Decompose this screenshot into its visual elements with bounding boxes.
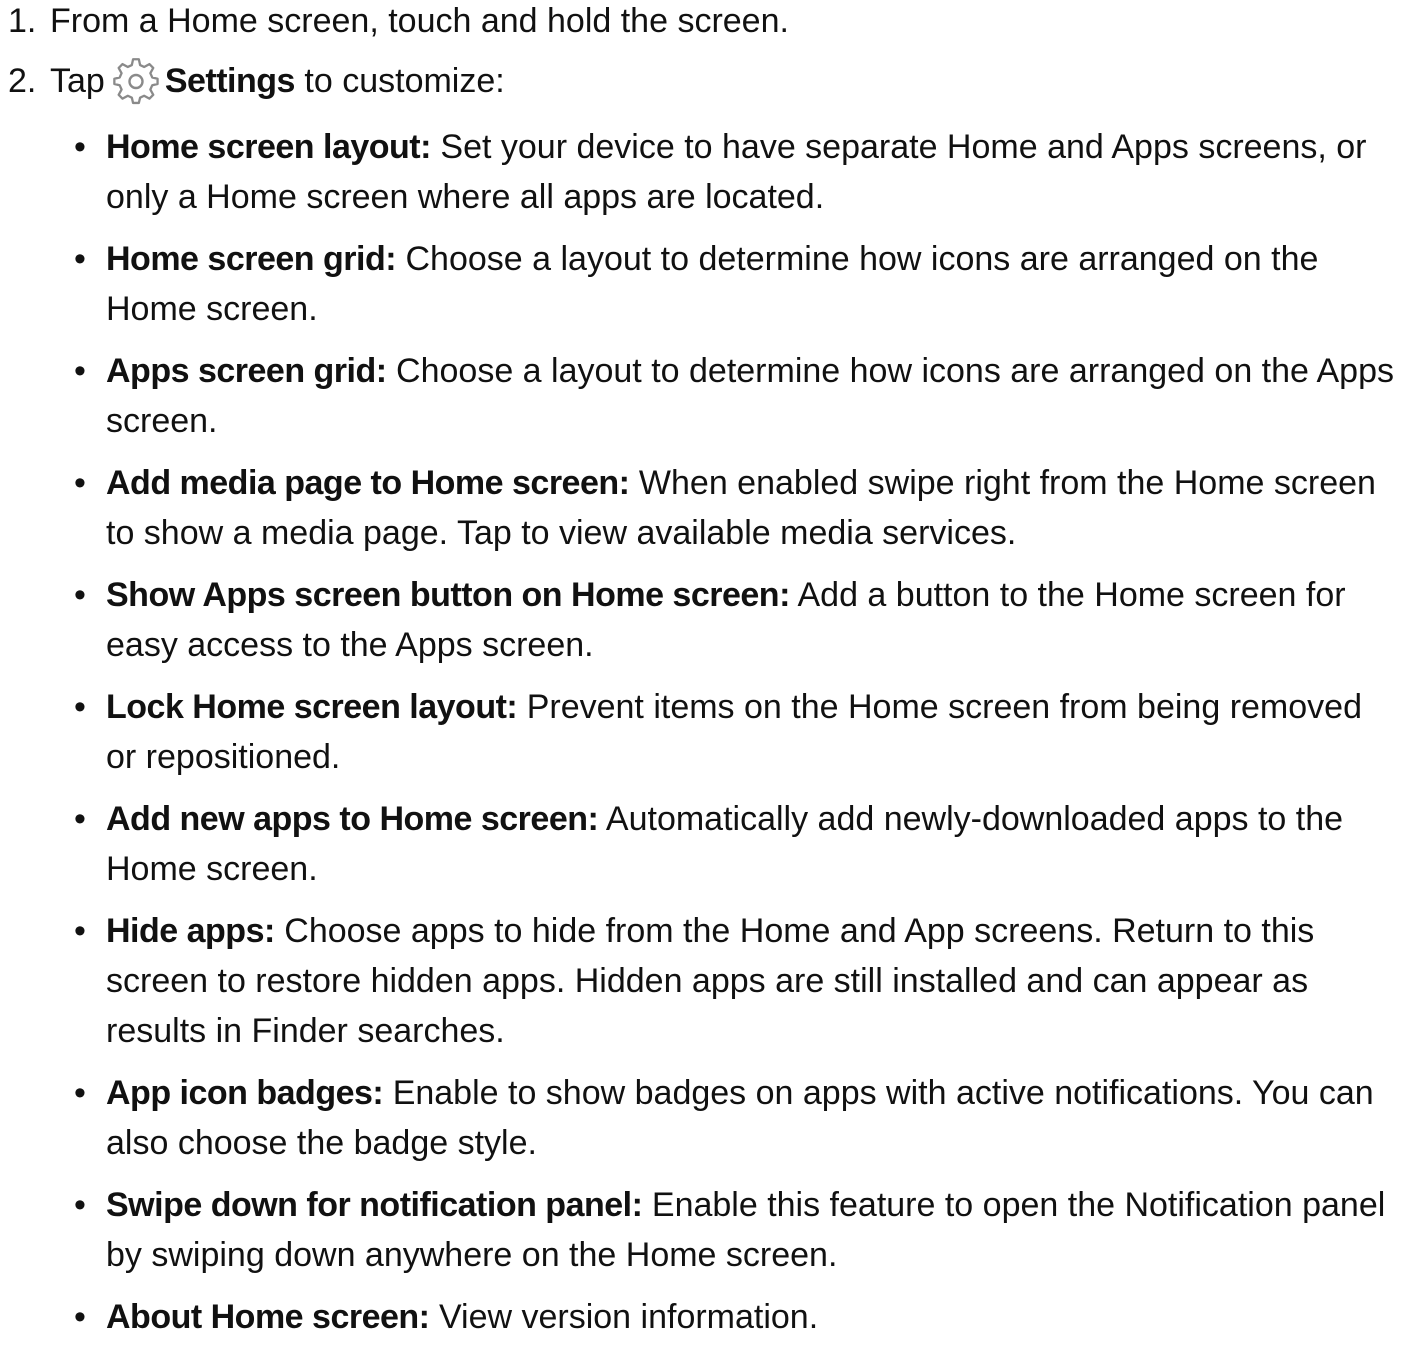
step-2-prefix: Tap (50, 62, 105, 100)
bullet: • (74, 352, 86, 390)
option-swipe-down-notification: • Swipe down for notification panel: Ena… (0, 1180, 1414, 1280)
step-1-number: 1. (8, 2, 37, 40)
option-title: Swipe down for notification panel: (106, 1186, 643, 1224)
option-title: App icon badges: (106, 1074, 384, 1112)
option-lock-layout: • Lock Home screen layout: Prevent items… (0, 682, 1414, 782)
option-title: Show Apps screen button on Home screen: (106, 576, 790, 614)
option-show-apps-button: • Show Apps screen button on Home screen… (0, 570, 1414, 670)
settings-label: Settings (164, 62, 296, 100)
bullet: • (74, 1074, 86, 1112)
option-description: View version information. (438, 1298, 819, 1336)
option-title: Lock Home screen layout: (106, 688, 518, 726)
bullet: • (74, 576, 86, 614)
option-title: About Home screen: (106, 1298, 430, 1336)
option-hide-apps: • Hide apps: Choose apps to hide from th… (0, 906, 1414, 1056)
option-home-screen-layout: • Home screen layout: Set your device to… (0, 122, 1414, 222)
step-2-number: 2. (8, 62, 37, 100)
option-add-media-page: • Add media page to Home screen: When en… (0, 458, 1414, 558)
step-2-text: Tap Settings to customize: (50, 56, 505, 106)
step-2-suffix: to customize: (304, 62, 505, 100)
option-add-new-apps: • Add new apps to Home screen: Automatic… (0, 794, 1414, 894)
option-title: Hide apps: (106, 912, 275, 950)
option-title: Apps screen grid: (106, 352, 387, 390)
bullet: • (74, 464, 86, 502)
bullet: • (74, 128, 86, 166)
option-about-home-screen: • About Home screen: View version inform… (0, 1292, 1414, 1342)
bullet: • (74, 800, 86, 838)
bullet: • (74, 1298, 86, 1336)
step-1-text: From a Home screen, touch and hold the s… (50, 2, 789, 40)
bullet: • (74, 912, 86, 950)
bullet: • (74, 240, 86, 278)
option-app-icon-badges: • App icon badges: Enable to show badges… (0, 1068, 1414, 1168)
option-description: Choose apps to hide from the Home and Ap… (106, 912, 1315, 1050)
option-title: Home screen layout: (106, 128, 431, 166)
option-apps-screen-grid: • Apps screen grid: Choose a layout to d… (0, 346, 1414, 446)
settings-gear-icon (111, 56, 161, 106)
option-title: Add media page to Home screen: (106, 464, 630, 502)
option-home-screen-grid: • Home screen grid: Choose a layout to d… (0, 234, 1414, 334)
bullet: • (74, 688, 86, 726)
settings-options-list: • Home screen layout: Set your device to… (0, 122, 1414, 1354)
option-title: Home screen grid: (106, 240, 397, 278)
bullet: • (74, 1186, 86, 1224)
option-title: Add new apps to Home screen: (106, 800, 599, 838)
